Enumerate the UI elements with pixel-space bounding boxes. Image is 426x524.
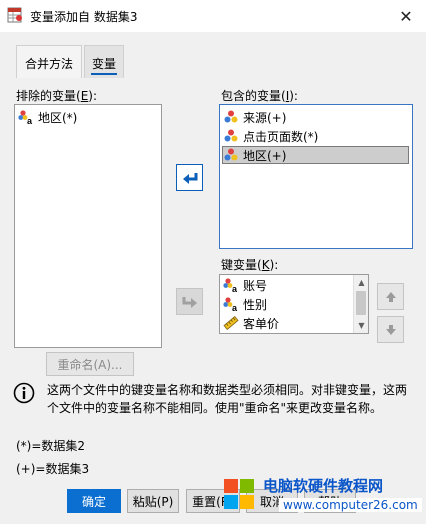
scroll-up-icon[interactable]: ▲ xyxy=(354,275,369,290)
included-variables-list[interactable]: 来源(+) 点击页面数(*) 地区(+) xyxy=(219,104,413,249)
svg-text:a: a xyxy=(232,303,238,312)
title-bar: 变量添加自 数据集3 ✕ xyxy=(0,0,426,32)
scroll-down-icon[interactable]: ▼ xyxy=(354,318,369,333)
window-title: 变量添加自 数据集3 xyxy=(30,10,138,24)
paste-button[interactable]: 粘贴(P) xyxy=(127,489,179,513)
arrow-right-icon xyxy=(182,296,197,308)
tab-merge-method-label: 合并方法 xyxy=(24,57,73,71)
arrow-left-icon xyxy=(182,172,197,184)
svg-text:a: a xyxy=(27,116,33,125)
nominal-string-icon: a xyxy=(223,278,238,293)
legend-dataset2: (*)=数据集2 xyxy=(16,439,86,453)
info-message: 这两个文件中的键变量名称和数据类型必须相同。对非键变量，这两个文件中的变量名称不… xyxy=(47,383,408,415)
arrow-up-icon xyxy=(385,291,396,302)
tab-variables[interactable]: 变量 xyxy=(84,45,124,78)
nominal-icon xyxy=(224,148,238,161)
key-variables-list[interactable]: a 账号 a 性别 客单价 ▲ ▼ xyxy=(219,274,369,334)
move-to-excluded-button[interactable] xyxy=(176,164,203,191)
active-tab-indicator xyxy=(91,73,117,75)
ok-button[interactable]: 确定 xyxy=(67,489,121,513)
key-variables-label: 键变量(K): xyxy=(221,258,279,272)
key-list-scrollbar[interactable]: ▲ ▼ xyxy=(353,275,368,333)
windows-logo-icon xyxy=(224,479,254,509)
list-item[interactable]: 来源(+) xyxy=(223,108,286,126)
svg-text:a: a xyxy=(232,284,238,293)
tab-merge-method[interactable]: 合并方法 xyxy=(16,45,82,78)
list-item[interactable]: a 地区(*) xyxy=(18,108,77,126)
watermark-title: 电脑软硬件教程网 xyxy=(263,477,384,495)
excluded-variables-list[interactable]: a 地区(*) xyxy=(14,104,162,348)
included-variables-label: 包含的变量(I): xyxy=(221,89,298,103)
list-item[interactable]: 客单价 xyxy=(223,314,279,332)
move-up-button[interactable] xyxy=(377,283,404,310)
list-item-selected[interactable]: 地区(+) xyxy=(222,146,409,164)
tab-variables-label: 变量 xyxy=(91,57,116,71)
move-to-key-button[interactable] xyxy=(176,288,203,315)
scroll-thumb[interactable] xyxy=(356,291,366,315)
nominal-icon xyxy=(224,110,238,123)
excluded-variables-label: 排除的变量(E): xyxy=(16,89,98,103)
nominal-icon xyxy=(224,129,238,142)
scale-icon xyxy=(223,316,239,330)
legend-dataset3: (+)=数据集3 xyxy=(16,462,90,476)
close-button[interactable]: ✕ xyxy=(386,0,426,32)
arrow-down-icon xyxy=(385,324,396,335)
rename-button[interactable]: 重命名(A)... xyxy=(46,352,134,376)
list-item[interactable]: a 性别 xyxy=(223,295,267,313)
list-item[interactable]: 点击页面数(*) xyxy=(223,127,318,145)
list-item[interactable]: a 账号 xyxy=(223,276,267,294)
info-icon xyxy=(13,382,35,404)
watermark-url: www.computer26.com xyxy=(279,498,422,512)
spss-app-icon xyxy=(7,7,22,23)
nominal-string-icon: a xyxy=(223,297,238,312)
watermark: 电脑软硬件教程网 www.computer26.com xyxy=(213,470,426,524)
close-icon: ✕ xyxy=(399,6,413,26)
nominal-string-icon: a xyxy=(18,110,33,125)
move-down-button[interactable] xyxy=(377,316,404,343)
